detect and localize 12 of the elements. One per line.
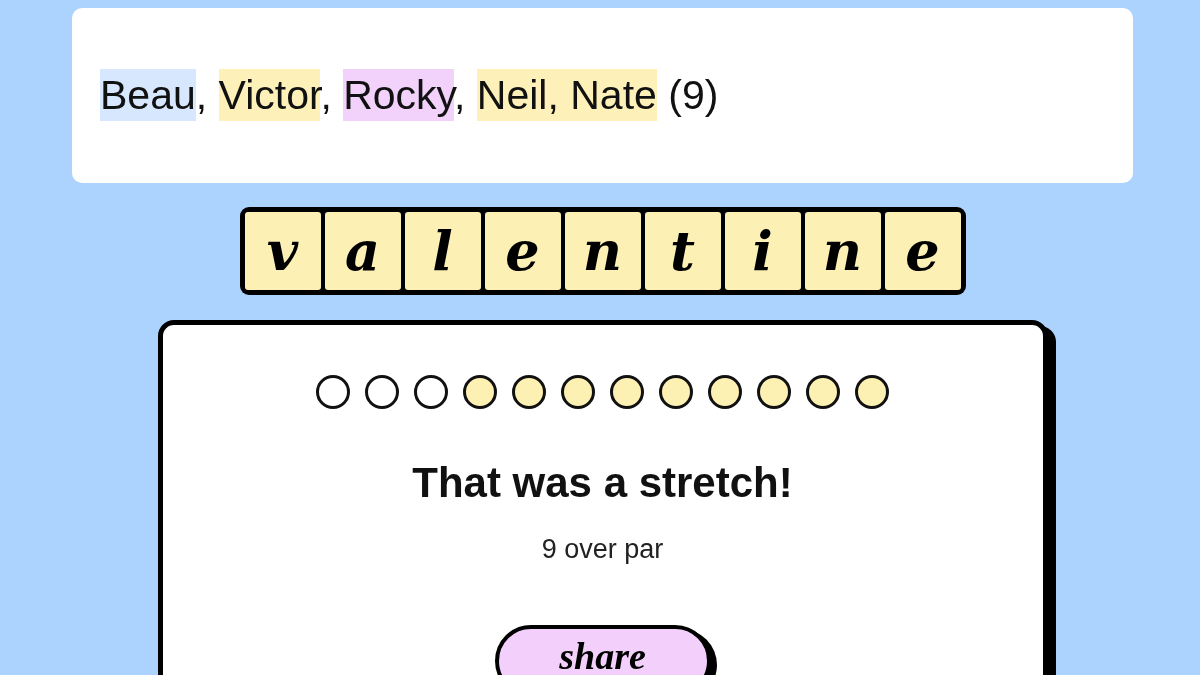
score-text: 9 over par (541, 533, 664, 565)
letter-tile: i (724, 212, 801, 290)
letter-tile: t (644, 212, 721, 290)
letter-tile: e (484, 212, 561, 290)
result-title: That was a stretch! (412, 459, 793, 507)
names-text: Beau, Victor, Rocky, Neil, Nate (9) (100, 68, 719, 123)
letter-tile: n (804, 212, 881, 290)
letter-tile: v (244, 212, 321, 290)
letter-tile: e (884, 212, 961, 290)
letter-tile: n (564, 212, 641, 290)
letter-tile: a (324, 212, 401, 290)
letter-tile: l (404, 212, 481, 290)
